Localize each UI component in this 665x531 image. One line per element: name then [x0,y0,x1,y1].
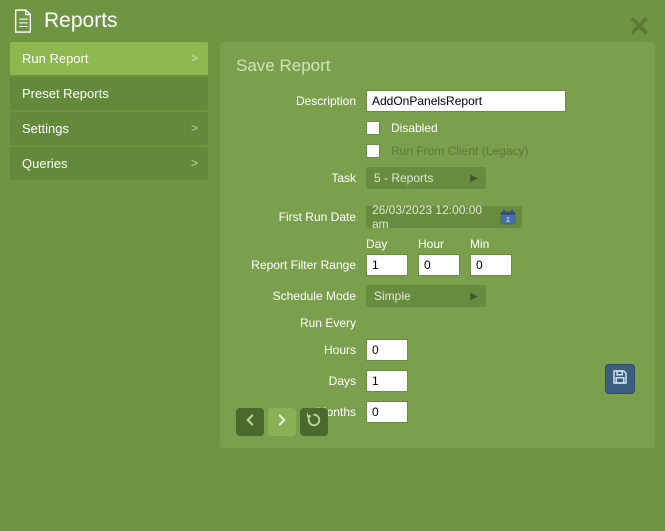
every-months-input[interactable] [366,401,408,423]
refresh-button[interactable] [300,408,328,436]
task-value: 5 - Reports [374,171,433,185]
caret-right-icon: ▶ [470,173,478,184]
description-input[interactable] [366,90,566,112]
sidebar-item-run-report[interactable]: Run Report > [10,42,208,75]
refresh-icon [305,411,323,434]
schedule-mode-value: Simple [374,289,411,303]
label-schedule-mode: Schedule Mode [236,289,366,303]
filter-min-input[interactable] [470,254,512,276]
label-description: Description [236,94,366,108]
label-run-from-client: Run From Client (Legacy) [391,144,528,158]
label-day: Day [366,237,408,251]
first-run-date-value: 26/03/2023 12:00:00 am [372,203,500,231]
document-icon [12,8,34,34]
every-hours-input[interactable] [366,339,408,361]
filter-hour-input[interactable] [418,254,460,276]
close-icon[interactable]: ✕ [628,10,651,43]
disabled-checkbox[interactable] [366,121,380,135]
label-hour: Hour [418,237,460,251]
save-button[interactable] [605,364,635,394]
filter-day-input[interactable] [366,254,408,276]
chevron-right-icon: > [191,121,198,135]
window-header: Reports ✕ [0,0,665,42]
sidebar-item-label: Run Report [22,51,88,66]
arrow-left-icon [241,411,259,434]
label-run-every: Run Every [236,316,366,330]
sidebar-item-label: Settings [22,121,69,136]
arrow-right-icon [273,411,291,434]
label-min: Min [470,237,512,251]
label-task: Task [236,171,366,185]
next-button[interactable] [268,408,296,436]
section-title: Save Report [236,56,639,76]
prev-button[interactable] [236,408,264,436]
sidebar-item-label: Preset Reports [22,86,109,101]
caret-right-icon: ▶ [470,291,478,302]
first-run-date-field[interactable]: 26/03/2023 12:00:00 am 1 [366,206,522,228]
sidebar: Run Report > Preset Reports Settings > Q… [10,42,208,448]
svg-text:1: 1 [506,217,510,224]
main-panel: Save Report Description Disabled Run Fro… [220,42,655,448]
label-first-run-date: First Run Date [236,210,366,224]
label-report-filter-range: Report Filter Range [236,258,366,276]
chevron-right-icon: > [191,51,198,65]
run-from-client-checkbox[interactable] [366,144,380,158]
label-disabled: Disabled [391,121,438,135]
window-title: Reports [44,9,118,33]
chevron-right-icon: > [191,156,198,170]
label-hours: Hours [236,343,366,357]
floppy-disk-icon [611,368,629,391]
sidebar-item-settings[interactable]: Settings > [10,112,208,145]
schedule-mode-dropdown[interactable]: Simple ▶ [366,285,486,307]
task-dropdown[interactable]: 5 - Reports ▶ [366,167,486,189]
sidebar-item-preset-reports[interactable]: Preset Reports [10,77,208,110]
sidebar-item-queries[interactable]: Queries > [10,147,208,180]
calendar-icon[interactable]: 1 [500,209,516,225]
sidebar-item-label: Queries [22,156,68,171]
nav-buttons [236,408,328,436]
every-days-input[interactable] [366,370,408,392]
label-days: Days [236,374,366,388]
